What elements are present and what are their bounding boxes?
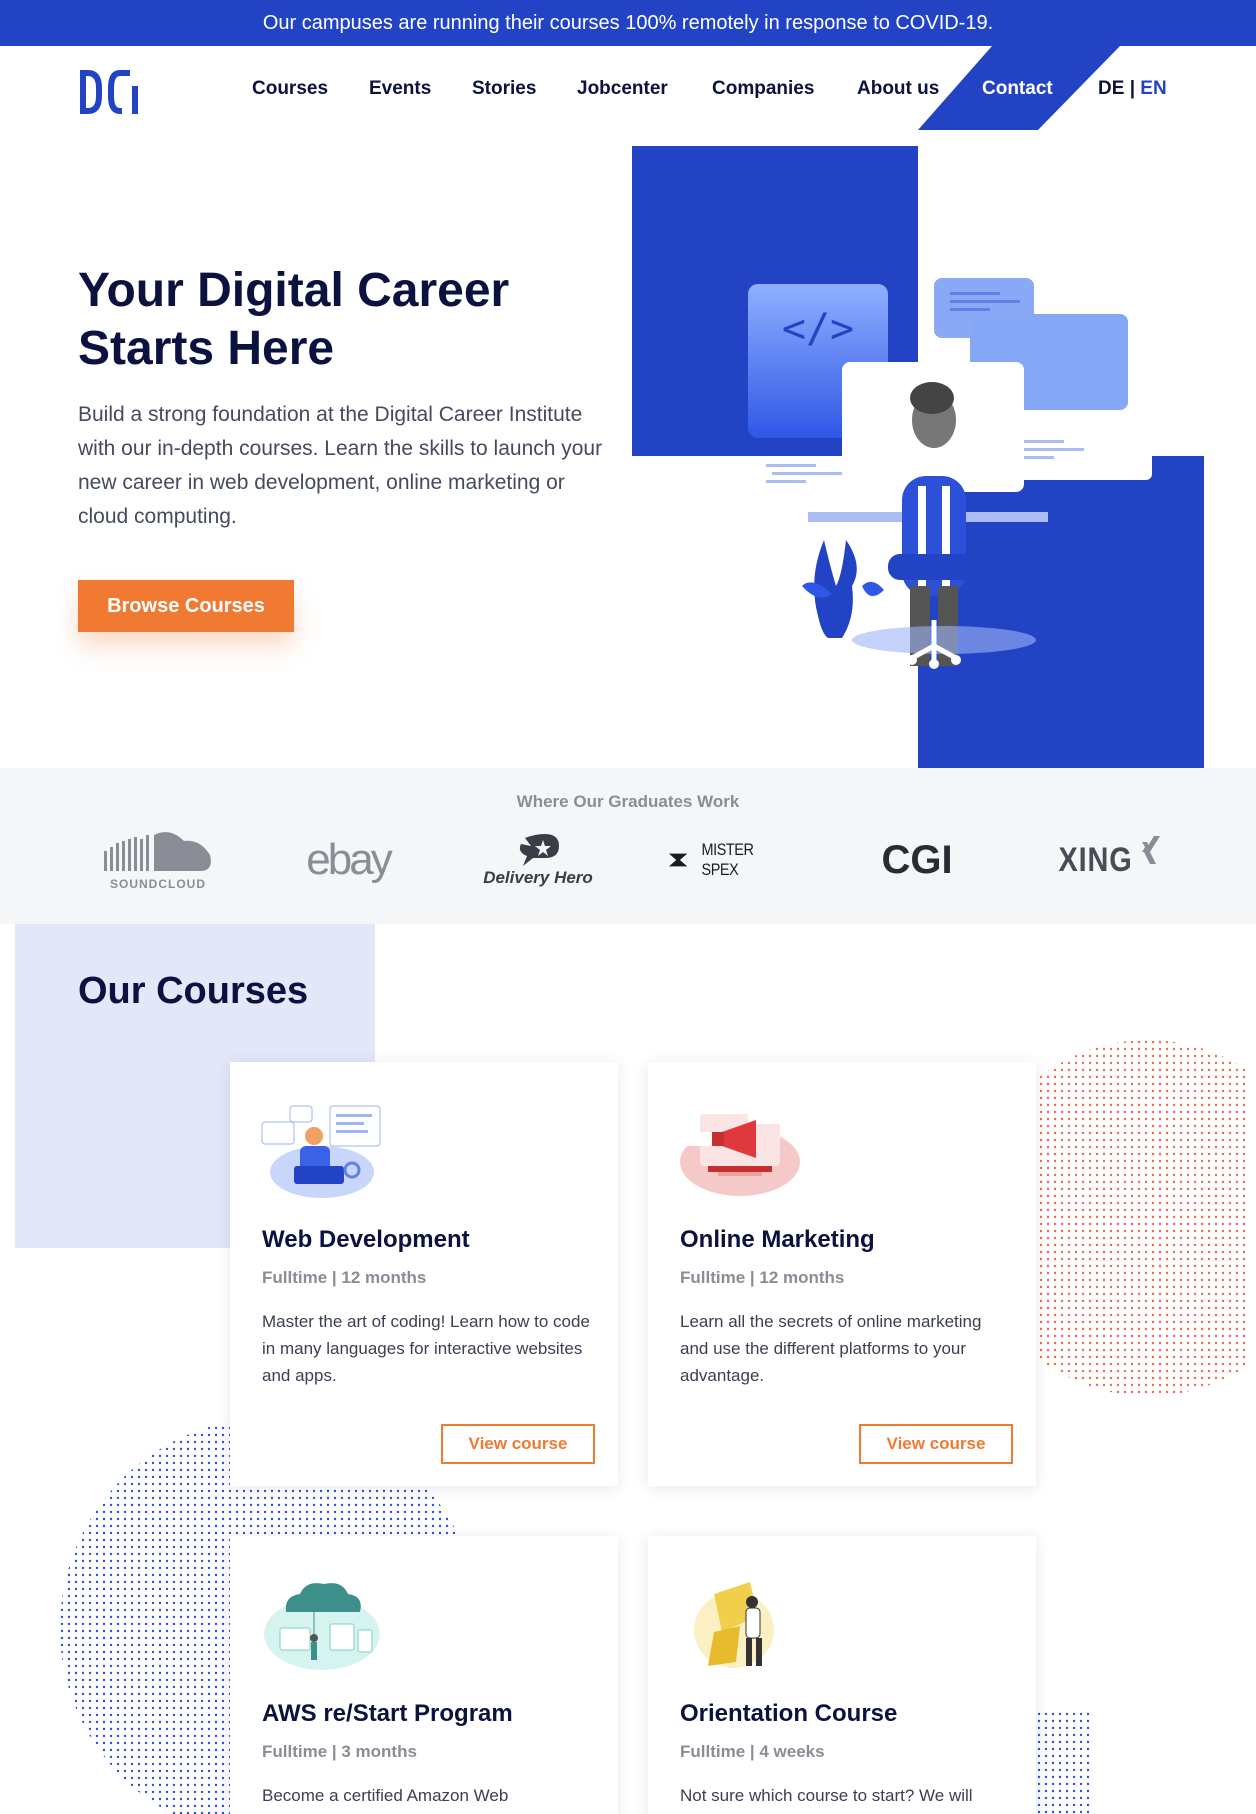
xing-logo: XING — [1046, 820, 1170, 900]
course-title[interactable]: Web Development — [262, 1226, 470, 1254]
view-course-button[interactable]: View course — [441, 1424, 595, 1464]
mister-spex-logo: MISTER SPEX — [668, 820, 794, 900]
svg-text:</>: </> — [782, 306, 854, 352]
cgi-logo: CGI — [881, 837, 953, 882]
hero-illustration: </> — [632, 146, 1204, 768]
soundcloud-wordmark: SOUNDCLOUD — [110, 877, 206, 891]
contact-button[interactable]: Contact — [982, 78, 1053, 100]
course-description: Learn all the secrets of online marketin… — [680, 1312, 982, 1385]
nav-courses[interactable]: Courses — [252, 78, 328, 100]
banner-text: Our campuses are running their courses 1… — [262, 11, 994, 34]
mister-spex-icon — [668, 853, 688, 867]
course-card-aws-restart[interactable]: AWS re/Start Program Fulltime | 3 months… — [230, 1536, 618, 1814]
site-header: Courses Events Stories Jobcenter Compani… — [0, 46, 1256, 136]
nav-events[interactable]: Events — [369, 78, 431, 100]
blue-dot-pattern-small — [1030, 1712, 1090, 1814]
web-development-illustration — [261, 1105, 381, 1198]
delivery-hero-logo: Delivery Hero — [478, 820, 598, 900]
course-meta: Fulltime | 3 months — [262, 1742, 417, 1761]
soundcloud-logo: SOUNDCLOUD — [100, 820, 216, 900]
dci-logo[interactable] — [78, 66, 142, 118]
delivery-hero-icon — [519, 834, 559, 866]
course-title[interactable]: Online Marketing — [680, 1226, 875, 1254]
partners-title: Where Our Graduates Work — [516, 792, 740, 811]
nav-stories[interactable]: Stories — [472, 78, 536, 100]
xing-x-icon — [1141, 836, 1160, 864]
orientation-illustration — [694, 1582, 774, 1668]
browse-courses-button[interactable]: Browse Courses — [78, 580, 294, 632]
course-card-online-marketing[interactable]: Online Marketing Fulltime | 12 months Le… — [648, 1062, 1036, 1486]
soundcloud-cloud-icon — [104, 832, 211, 871]
lang-separator: | — [1129, 78, 1136, 99]
course-title[interactable]: AWS re/Start Program — [262, 1700, 513, 1728]
course-description: Become a certified Amazon Web — [262, 1786, 509, 1805]
course-description: Not sure which course to start? We will — [680, 1786, 973, 1805]
course-card-orientation[interactable]: Orientation Course Fulltime | 4 weeks No… — [648, 1536, 1036, 1814]
aws-cloud-illustration — [264, 1583, 380, 1670]
language-switch: DE | EN — [1098, 78, 1167, 100]
course-description: Master the art of coding! Learn how to c… — [262, 1312, 590, 1385]
course-meta: Fulltime | 12 months — [680, 1268, 845, 1287]
online-marketing-illustration — [680, 1106, 800, 1196]
partners-section: Where Our Graduates Work SOUNDCLOUD ebay… — [0, 768, 1256, 924]
lang-de[interactable]: DE — [1098, 78, 1124, 99]
view-course-button[interactable]: View course — [859, 1424, 1013, 1464]
lang-en[interactable]: EN — [1140, 78, 1166, 99]
nav-jobcenter[interactable]: Jobcenter — [577, 78, 668, 100]
covid-banner: Our campuses are running their courses 1… — [0, 0, 1256, 46]
course-meta: Fulltime | 12 months — [262, 1268, 427, 1287]
ebay-logo: ebay — [306, 835, 392, 884]
courses-title: Our Courses — [78, 970, 309, 1012]
mister-spex-wordmark: MISTER SPEX — [701, 840, 754, 879]
course-meta: Fulltime | 4 weeks — [680, 1742, 825, 1761]
delivery-hero-wordmark: Delivery Hero — [483, 868, 593, 887]
nav-companies[interactable]: Companies — [712, 78, 814, 100]
hero-title: Your Digital Career Starts Here — [78, 264, 510, 375]
course-title[interactable]: Orientation Course — [680, 1700, 897, 1728]
hero-description: Build a strong foundation at the Digital… — [78, 403, 603, 528]
course-card-web-development[interactable]: Web Development Fulltime | 12 months Mas… — [230, 1062, 618, 1486]
xing-wordmark: XING — [1058, 840, 1134, 879]
